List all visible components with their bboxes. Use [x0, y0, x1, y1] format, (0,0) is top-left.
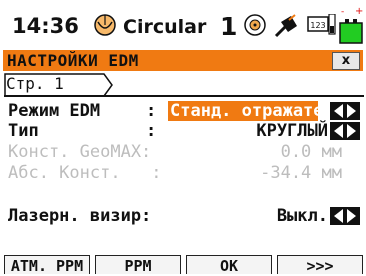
svg-text:123: 123	[310, 21, 325, 30]
battery-icon: - +	[339, 6, 363, 44]
svg-text:+: +	[355, 6, 363, 17]
prism-icon	[94, 14, 116, 36]
softkey-atm-ppm[interactable]: АТМ. PPM	[4, 255, 90, 275]
laser-pointer-label: Лазерн. визир:	[8, 206, 152, 226]
type-list-arrows-icon[interactable]	[330, 122, 360, 140]
laser-beam-icon	[274, 14, 297, 38]
softkey-ppm[interactable]: PPM	[95, 255, 181, 275]
edm-mode-row: Режим EDM : Станд. отражатель	[8, 101, 360, 122]
laser-pointer-list-arrows-icon[interactable]	[330, 207, 360, 225]
laser-pointer-select[interactable]: Выкл.	[277, 206, 328, 226]
close-button[interactable]: x	[332, 52, 360, 70]
measure-mode: Circular	[123, 16, 207, 38]
dialog-title-bar: НАСТРОЙКИ EDM x	[3, 50, 363, 71]
svg-text:-: -	[341, 7, 344, 17]
clock: 14:36	[12, 14, 79, 38]
type-label: Тип	[8, 121, 39, 141]
const-geomax-value: 0.0 мм	[280, 142, 342, 162]
const-geomax-label: Конст. GeoMAX:	[8, 142, 152, 162]
const-geomax-row: Конст. GeoMAX: 0.0 мм	[8, 142, 360, 163]
abs-const-row: Абс. Конст. : -34.4 мм	[8, 163, 360, 184]
type-row: Тип : КРУГЛЫЙ	[8, 121, 360, 142]
edm-mode-colon: :	[146, 101, 157, 121]
type-select[interactable]: КРУГЛЫЙ	[256, 121, 328, 141]
type-colon: :	[146, 121, 157, 141]
tab-page-1[interactable]: Стр. 1	[6, 74, 64, 94]
keyboard-mode-icon: 123	[307, 14, 336, 35]
softkey-ok[interactable]: OK	[186, 255, 272, 275]
tab-divider	[4, 95, 364, 97]
abs-const-value: -34.4 мм	[260, 163, 342, 183]
laser-pointer-row: Лазерн. визир: Выкл.	[8, 206, 360, 227]
compensator-icon	[244, 14, 266, 36]
edm-mode-label: Режим EDM	[8, 101, 101, 121]
telescope-face: 1	[220, 12, 238, 41]
edm-mode-list-arrows-icon[interactable]	[330, 102, 360, 120]
edm-mode-select[interactable]: Станд. отражатель	[168, 101, 318, 121]
softkey-bar: АТМ. PPM PPM OK >>>	[0, 255, 366, 275]
dialog-title: НАСТРОЙКИ EDM	[7, 51, 139, 70]
softkey-more[interactable]: >>>	[277, 255, 363, 275]
status-bar: 14:36 Circular 1 123 - +	[0, 0, 366, 50]
abs-const-label: Абс. Конст. :	[8, 163, 162, 183]
